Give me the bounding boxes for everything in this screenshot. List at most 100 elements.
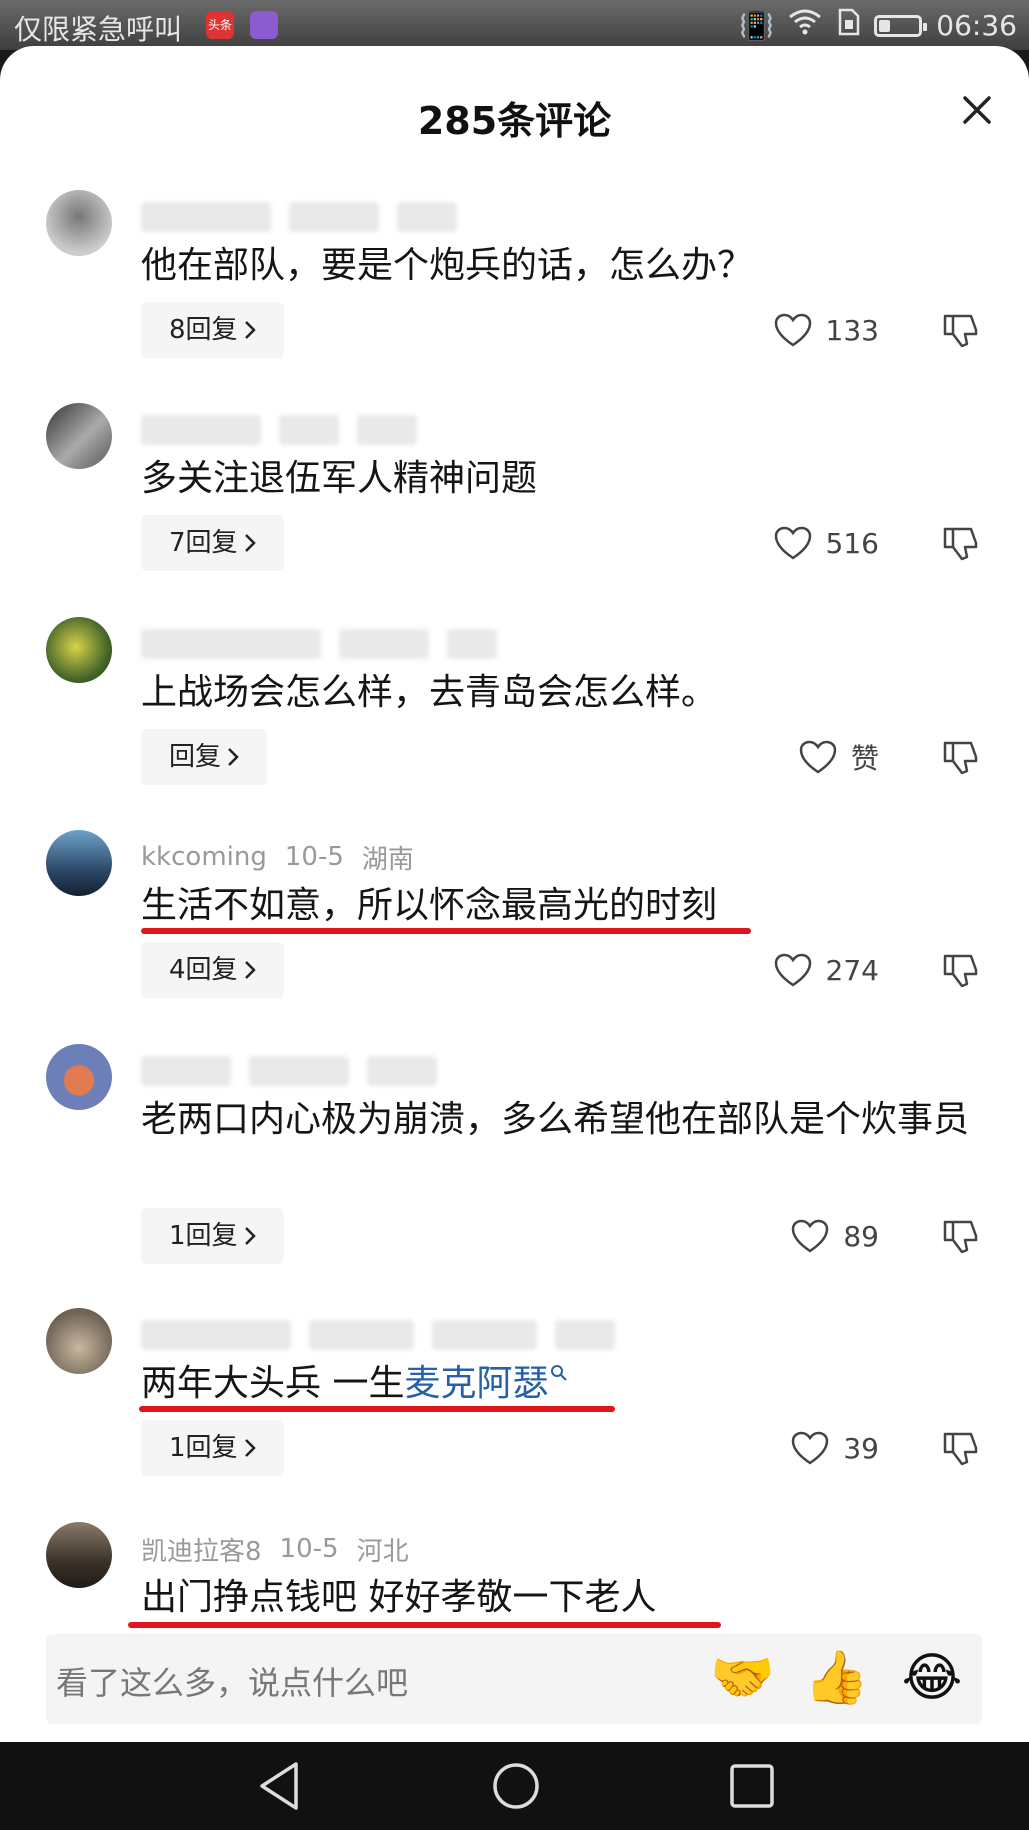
- comment-text: 老两口内心极为崩溃，多么希望他在部队是个炊事员: [141, 1099, 970, 1140]
- heart-icon: [792, 1219, 829, 1253]
- comment-text: 生活不如意，所以怀念最高光的时刻: [141, 885, 718, 926]
- avatar[interactable]: [46, 1522, 112, 1588]
- thumbs-up-emoji-icon[interactable]: 👍: [804, 1646, 869, 1710]
- comment-meta: kkcoming 10-5 湖南: [141, 840, 414, 875]
- carrier-label: 仅限紧急呼叫: [14, 13, 183, 46]
- username[interactable]: kkcoming: [141, 842, 267, 872]
- location-blurred: [397, 202, 457, 232]
- avatar[interactable]: [46, 830, 112, 896]
- like-count: 赞: [850, 742, 879, 775]
- back-icon[interactable]: [256, 1760, 304, 1812]
- location-blurred: [367, 1056, 437, 1086]
- system-nav-bar: [0, 1742, 1029, 1830]
- location-blurred: [447, 629, 497, 659]
- like-count: 89: [843, 1219, 879, 1253]
- reply-button[interactable]: 1回复: [141, 1208, 284, 1264]
- comment-text: 出门挣点钱吧 好好孝敬一下老人: [141, 1577, 657, 1618]
- comment-meta: [141, 200, 457, 234]
- highlight-underline: [139, 1406, 615, 1412]
- like-count: 133: [825, 313, 879, 347]
- chevron-right-icon: [244, 1227, 256, 1245]
- like-button[interactable]: 274: [774, 942, 879, 998]
- avatar[interactable]: [46, 617, 112, 683]
- comment-date: 10-5: [284, 842, 344, 872]
- sim-icon: [836, 8, 860, 43]
- username-blurred: [141, 1056, 231, 1086]
- status-icons: 📳 06:36: [739, 8, 1017, 43]
- comment-text: 两年大头兵 一生麦克阿瑟: [141, 1358, 991, 1410]
- avatar[interactable]: [46, 1044, 112, 1110]
- dislike-icon[interactable]: [941, 310, 981, 350]
- recent-apps-icon[interactable]: [728, 1760, 776, 1812]
- comment-meta: 凯迪拉客8 10-5 河北: [141, 1531, 409, 1568]
- home-icon[interactable]: [490, 1760, 542, 1812]
- username-blurred: [141, 629, 321, 659]
- reply-button[interactable]: 7回复: [141, 515, 284, 571]
- comment-input-placeholder[interactable]: 看了这么多，说点什么吧: [56, 1658, 408, 1704]
- reply-button[interactable]: 4回复: [141, 942, 284, 998]
- chevron-right-icon: [228, 748, 239, 766]
- vibrate-icon: 📳: [739, 9, 775, 42]
- dislike-icon[interactable]: [941, 1216, 981, 1256]
- like-count: 39: [843, 1431, 879, 1465]
- avatar[interactable]: [46, 1308, 112, 1374]
- avatar[interactable]: [46, 190, 112, 256]
- location-blurred: [432, 1320, 537, 1350]
- dislike-icon[interactable]: [941, 737, 981, 777]
- heart-icon: [774, 526, 811, 560]
- toutiao-app-icon: 头条: [206, 11, 234, 39]
- like-button[interactable]: 89: [791, 1208, 879, 1264]
- heart-icon: [774, 953, 811, 987]
- username[interactable]: 凯迪拉客8: [141, 1531, 262, 1568]
- date-blurred: [339, 629, 429, 659]
- dislike-icon[interactable]: [941, 523, 981, 563]
- highlight-underline: [141, 928, 751, 934]
- dislike-icon[interactable]: [941, 1428, 981, 1468]
- laughing-emoji-icon[interactable]: 😂: [900, 1646, 964, 1710]
- chevron-right-icon: [244, 961, 256, 979]
- battery-icon: [874, 14, 928, 37]
- extra-blurred: [555, 1320, 615, 1350]
- chevron-right-icon: [244, 1439, 256, 1457]
- comment-location: 河北: [356, 1536, 409, 1567]
- reply-button[interactable]: 8回复: [141, 302, 284, 358]
- status-bar: 仅限紧急呼叫 头条 📳 06:36: [0, 0, 1029, 50]
- like-button[interactable]: 39: [791, 1420, 879, 1476]
- search-icon[interactable]: [550, 1364, 568, 1382]
- date-blurred: [279, 415, 339, 445]
- handshake-emoji-icon[interactable]: 🤝: [710, 1646, 775, 1710]
- like-button[interactable]: 赞: [799, 729, 879, 785]
- comment-text: 上战场会怎么样，去青岛会怎么样。: [141, 672, 718, 713]
- comment-meta: [141, 1318, 615, 1352]
- comment-date: 10-5: [279, 1534, 339, 1564]
- comment-text: 他在部队，要是个炮兵的话，怎么办？: [141, 245, 754, 286]
- heart-icon: [774, 313, 811, 347]
- chevron-right-icon: [244, 534, 256, 552]
- search-link[interactable]: 麦克阿瑟: [404, 1363, 548, 1404]
- date-blurred: [309, 1320, 414, 1350]
- username-blurred: [141, 415, 261, 445]
- comment-meta: [141, 627, 497, 661]
- username-blurred: [141, 202, 271, 232]
- chevron-right-icon: [244, 321, 256, 339]
- clock: 06:36: [936, 9, 1017, 42]
- comment-text: 多关注退伍军人精神问题: [141, 458, 538, 499]
- avatar[interactable]: [46, 403, 112, 469]
- reply-button[interactable]: 回复: [141, 729, 268, 785]
- comment-location: 湖南: [361, 844, 414, 875]
- comment-meta: [141, 413, 417, 447]
- gallery-app-icon: [250, 11, 278, 39]
- highlight-underline: [128, 1622, 721, 1628]
- like-count: 274: [825, 953, 879, 987]
- close-icon[interactable]: [957, 90, 997, 130]
- comment-input-bar[interactable]: 看了这么多，说点什么吧 🤝 👍 😂: [46, 1634, 982, 1724]
- like-button[interactable]: 133: [774, 302, 879, 358]
- like-button[interactable]: 516: [774, 515, 879, 571]
- heart-icon: [792, 1431, 829, 1465]
- reply-button[interactable]: 1回复: [141, 1420, 284, 1476]
- username-blurred: [141, 1320, 291, 1350]
- dislike-icon[interactable]: [941, 950, 981, 990]
- wifi-icon: [788, 9, 822, 42]
- comment-meta: [141, 1054, 437, 1088]
- date-blurred: [249, 1056, 349, 1086]
